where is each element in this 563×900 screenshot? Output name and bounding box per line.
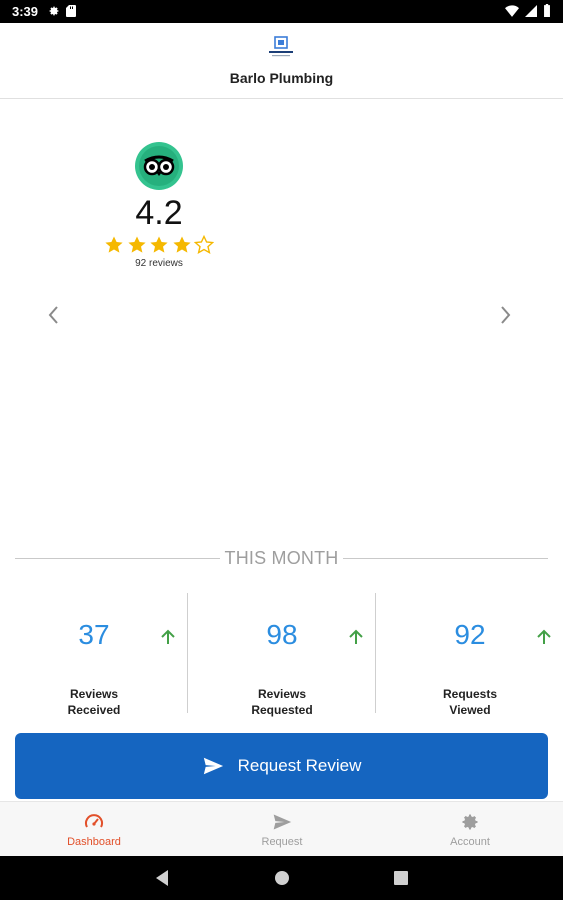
nav-label: Request — [261, 836, 303, 848]
arrow-up-icon — [537, 629, 551, 644]
signal-icon — [525, 4, 537, 17]
status-time: 3:39 — [12, 4, 39, 19]
barlo-plumbing-logo — [269, 36, 293, 57]
star-filled-icon — [172, 236, 191, 253]
business-name: Barlo Plumbing — [229, 70, 334, 86]
app-header: Barlo Plumbing — [0, 23, 563, 99]
star-filled-icon — [105, 236, 123, 253]
stat-label: Requests Viewed — [376, 686, 563, 718]
request-review-button[interactable]: Request Review — [15, 733, 548, 799]
bottom-navigation: Dashboard Request Account — [0, 801, 563, 856]
back-icon[interactable] — [154, 869, 170, 887]
section-divider: THIS MONTH — [15, 548, 548, 570]
nav-request[interactable]: Request — [188, 802, 376, 857]
divider-line — [15, 558, 220, 559]
stat-label-line: Reviews — [257, 687, 307, 701]
divider-line — [343, 558, 548, 559]
status-bar: 3:39 — [0, 0, 563, 23]
stat-label-line: Received — [67, 703, 121, 717]
nav-dashboard[interactable]: Dashboard — [0, 802, 188, 857]
stat-label-line: Requests — [442, 687, 498, 701]
nav-account[interactable]: Account — [376, 802, 563, 857]
request-review-label: Request Review — [237, 756, 362, 775]
send-icon — [273, 814, 292, 830]
chevron-left-icon[interactable] — [40, 301, 68, 329]
stat-requests-viewed: 92 Requests Viewed — [376, 593, 563, 718]
rating-value: 4.2 — [135, 194, 183, 232]
nav-label: Account — [450, 836, 490, 848]
stat-label: Reviews Received — [0, 686, 188, 718]
star-filled-icon — [150, 236, 168, 253]
gear-icon — [49, 6, 59, 16]
nav-label: Dashboard — [67, 836, 121, 848]
wifi-icon — [505, 4, 519, 17]
recents-icon[interactable] — [394, 871, 408, 885]
home-icon[interactable] — [274, 870, 290, 886]
sd-card-icon — [66, 5, 76, 17]
send-icon — [203, 757, 223, 775]
review-count: 92 reviews — [135, 258, 183, 269]
chevron-right-icon[interactable] — [491, 301, 519, 329]
stat-label: Reviews Requested — [188, 686, 376, 718]
monthly-stats: 37 Reviews Received 98 Reviews Requested… — [0, 593, 563, 718]
rating-card: 4.2 92 reviews — [100, 142, 218, 272]
arrow-up-icon — [161, 629, 175, 644]
star-empty-icon — [194, 235, 214, 255]
section-label: THIS MONTH — [224, 548, 339, 568]
stat-label-line: Reviews — [69, 687, 119, 701]
system-navigation-bar — [0, 856, 563, 900]
star-rating — [104, 235, 214, 255]
stat-label-line: Requested — [251, 703, 313, 717]
stat-reviews-received: 37 Reviews Received — [0, 593, 188, 718]
stat-reviews-requested: 98 Reviews Requested — [188, 593, 376, 718]
star-filled-icon — [127, 236, 146, 253]
tripadvisor-logo — [135, 142, 183, 190]
stat-label-line: Viewed — [449, 703, 491, 717]
arrow-up-icon — [349, 629, 363, 644]
gear-icon — [462, 814, 478, 830]
dashboard-gauge-icon — [85, 814, 103, 828]
battery-icon — [544, 4, 550, 17]
